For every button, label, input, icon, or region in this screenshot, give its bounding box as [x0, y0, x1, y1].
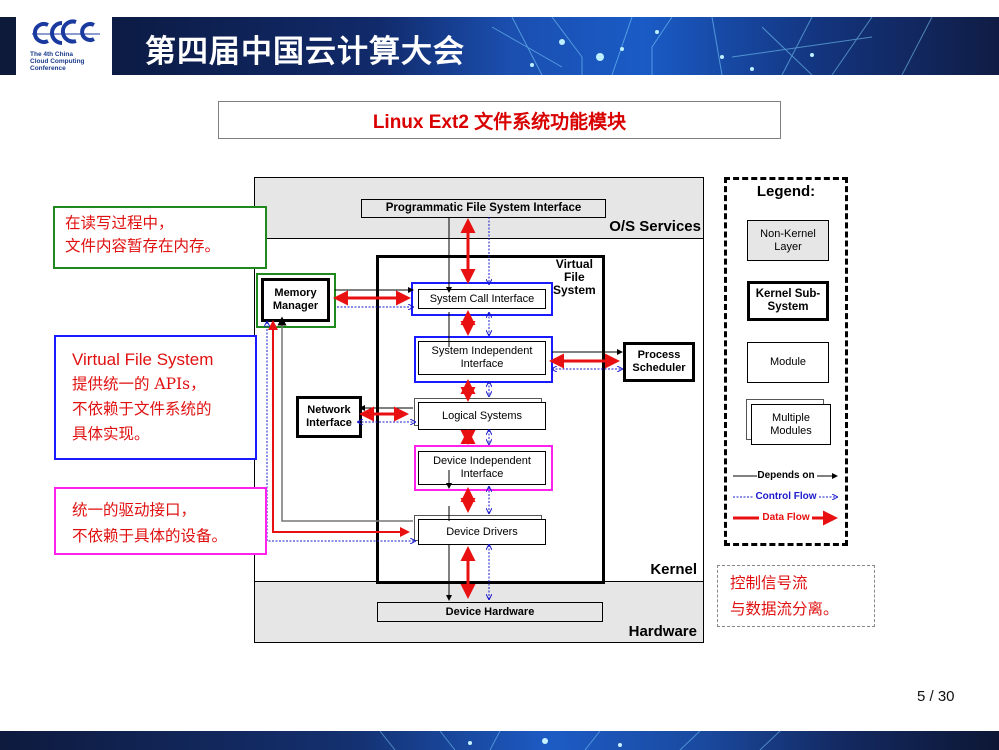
legend-control-flow: Control Flow	[755, 491, 817, 502]
ext2-diagram: O/S Services Kernel Hardware Programmati…	[254, 177, 704, 643]
legend-line: Modules	[770, 424, 812, 437]
vfs-label-line: System	[553, 283, 596, 297]
device-independent-interface-box: Device Independent Interface	[418, 451, 546, 485]
process-scheduler-box: Process Scheduler	[623, 342, 695, 382]
note-line: 在读写过程中，	[65, 214, 174, 232]
footer-decoration-icon	[379, 730, 781, 750]
note-line: 不依赖于具体的设备。	[72, 527, 228, 545]
legend-data-flow: Data Flow	[762, 512, 810, 523]
note-line: 文件内容暂存在内存。	[65, 237, 221, 255]
legend-title: Legend:	[756, 183, 816, 200]
box-line: Interface	[306, 417, 352, 429]
note-line: 控制信号流	[730, 574, 808, 592]
memory-note: 在读写过程中， 文件内容暂存在内存。	[53, 206, 267, 269]
os-services-label: O/S Services	[609, 218, 701, 235]
note-line: 提供统一的 APIs，	[72, 375, 206, 393]
box-line: Interface	[460, 358, 504, 370]
legend-depends-on: Depends on	[757, 470, 815, 481]
driver-note: 统一的驱动接口， 不依赖于具体的设备。	[54, 487, 267, 555]
legend-line: System	[767, 301, 809, 313]
box-line: Interface	[460, 468, 504, 480]
logical-systems-box: Logical Systems	[418, 402, 546, 430]
legend-non-kernel: Non-Kernel Layer	[747, 220, 829, 261]
logo-line: The 4th China	[30, 51, 73, 58]
programmatic-fs-interface-box: Programmatic File System Interface	[361, 199, 606, 218]
banner-title: 第四届中国云计算大会	[145, 34, 465, 70]
vfs-note: Virtual File System 提供统一的 APIs， 不依赖于文件系统…	[54, 335, 257, 460]
box-line: Network	[307, 404, 351, 416]
vfs-label: Virtual File System	[553, 258, 596, 297]
note-line: 统一的驱动接口，	[72, 501, 197, 519]
legend-multiple-modules: Multiple Modules	[751, 404, 831, 445]
logo-line: Cloud Computing	[30, 58, 85, 65]
cccc-logo-icon	[32, 19, 100, 45]
logo-line: Conference	[30, 65, 66, 72]
legend-module: Module	[747, 342, 829, 383]
device-hardware-box: Device Hardware	[377, 602, 603, 622]
legend: Legend: Non-Kernel Layer Kernel Sub- Syste…	[724, 177, 848, 546]
note-line: 与数据流分离。	[730, 600, 839, 618]
legend-line: Multiple	[772, 411, 810, 424]
note-line: Virtual File System	[72, 350, 214, 369]
note-line: 不依赖于文件系统的	[72, 400, 212, 418]
hardware-label: Hardware	[628, 623, 697, 640]
flow-note: 控制信号流 与数据流分离。	[717, 565, 875, 627]
box-line: Memory	[274, 287, 317, 299]
box-line: Scheduler	[632, 362, 686, 374]
box-line: Device Independent	[433, 455, 531, 467]
box-line: System Independent	[431, 345, 533, 357]
legend-line: Kernel Sub-	[755, 288, 821, 300]
kernel-label: Kernel	[650, 561, 697, 578]
device-drivers-box: Device Drivers	[418, 519, 546, 545]
network-interface-box: Network Interface	[296, 396, 362, 438]
memory-manager-box: Memory Manager	[261, 278, 330, 322]
legend-line: Layer	[774, 240, 802, 253]
page-number: 5 / 30	[917, 688, 955, 705]
header-left-bar	[0, 17, 16, 75]
box-line: Manager	[272, 300, 319, 312]
box-line: Process	[637, 349, 681, 361]
footer-banner	[0, 730, 999, 750]
slide-title: Linux Ext2 文件系统功能模块	[218, 101, 781, 139]
logo-text: The 4th China Cloud Computing Conference	[30, 51, 85, 72]
system-call-interface-box: System Call Interface	[418, 289, 546, 309]
note-line: 具体实现。	[72, 425, 150, 443]
system-independent-interface-box: System Independent Interface	[418, 341, 546, 375]
legend-kernel-subsystem: Kernel Sub- System	[747, 281, 829, 321]
legend-line: Non-Kernel	[760, 227, 816, 240]
